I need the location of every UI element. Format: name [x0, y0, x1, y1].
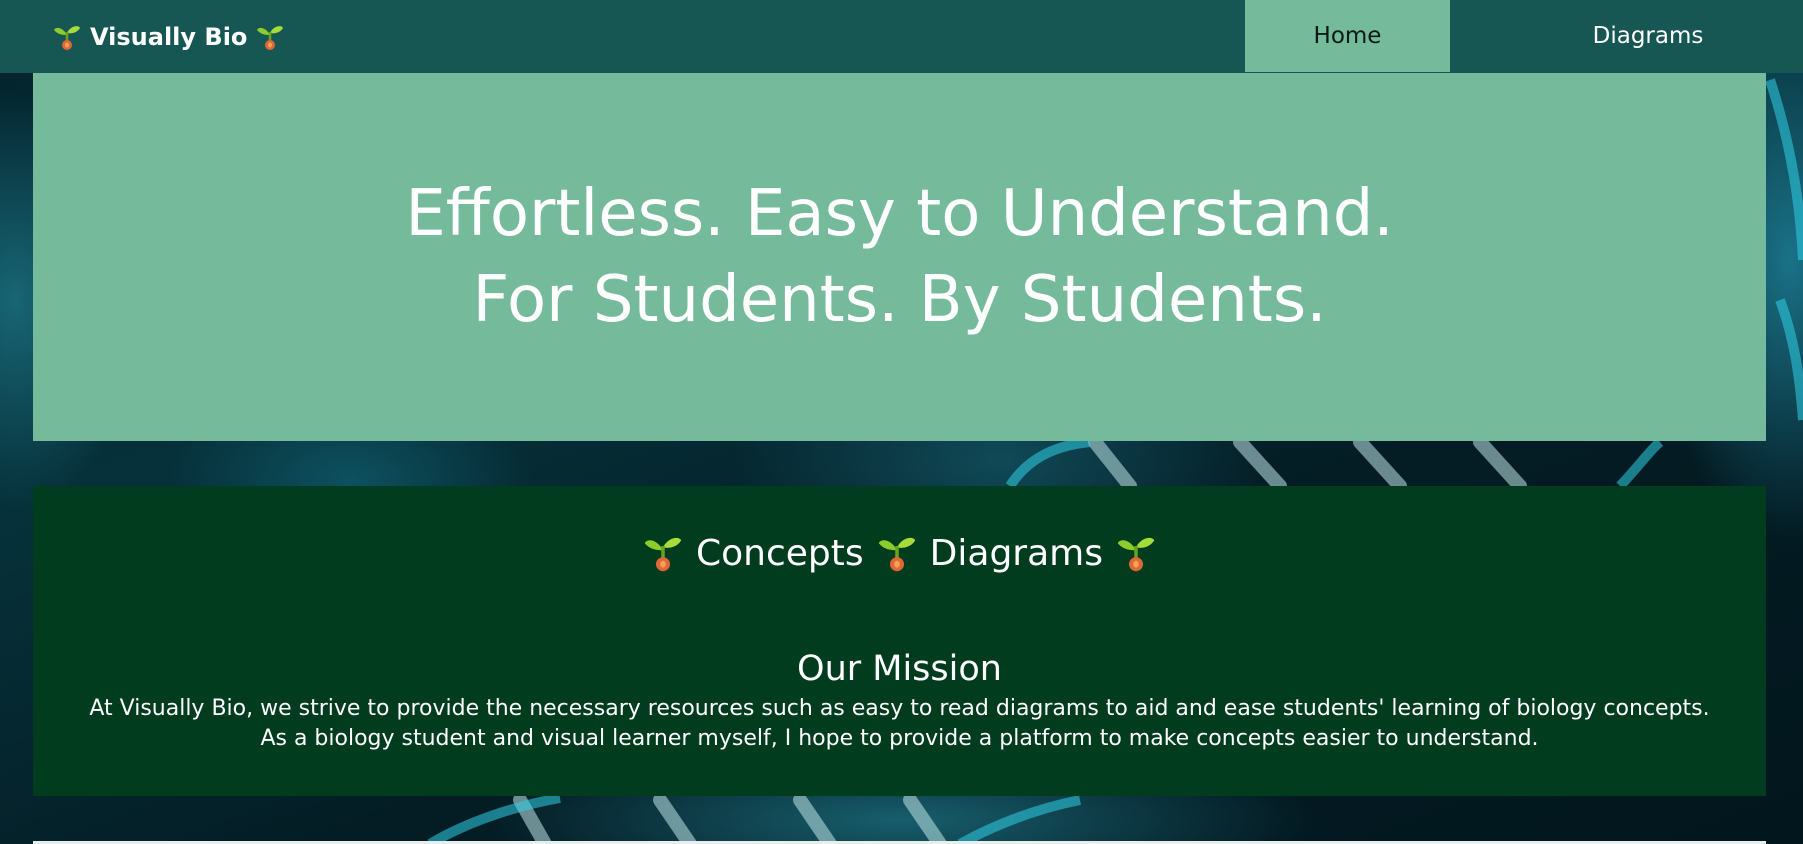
sprout-icon	[54, 26, 80, 50]
hero-headline-line1: Effortless. Easy to Understand.	[405, 177, 1394, 251]
brand-logo[interactable]: Visually Bio	[52, 18, 285, 56]
nav-item-diagrams[interactable]: Diagrams	[1544, 0, 1752, 72]
nav-item-home[interactable]: Home	[1245, 0, 1450, 72]
mission-text-line1: At Visually Bio, we strive to provide th…	[89, 696, 1710, 721]
mission-text-line2: As a biology student and visual learner …	[260, 726, 1539, 751]
tagline-diagrams: Diagrams	[929, 532, 1103, 574]
sprout-icon	[257, 26, 284, 50]
mission-heading: Our Mission	[797, 649, 1002, 690]
hero-headline-line2: For Students. By Students.	[472, 263, 1327, 337]
hero-banner: Effortless. Easy to Understand. For Stud…	[33, 73, 1766, 441]
mission-description: At Visually Bio, we strive to provide th…	[33, 694, 1766, 754]
brand-name: Visually Bio	[90, 23, 248, 51]
sprout-icon	[1117, 537, 1155, 572]
sprout-icon	[644, 537, 682, 572]
tagline-concepts: Concepts	[696, 532, 864, 574]
mission-section: Concepts Diagrams Our Mission At Visuall…	[33, 486, 1766, 796]
sprout-icon	[878, 537, 915, 572]
top-navbar: Visually Bio Home Diagrams	[0, 0, 1803, 73]
mission-tagline: Concepts Diagrams	[33, 532, 1766, 574]
